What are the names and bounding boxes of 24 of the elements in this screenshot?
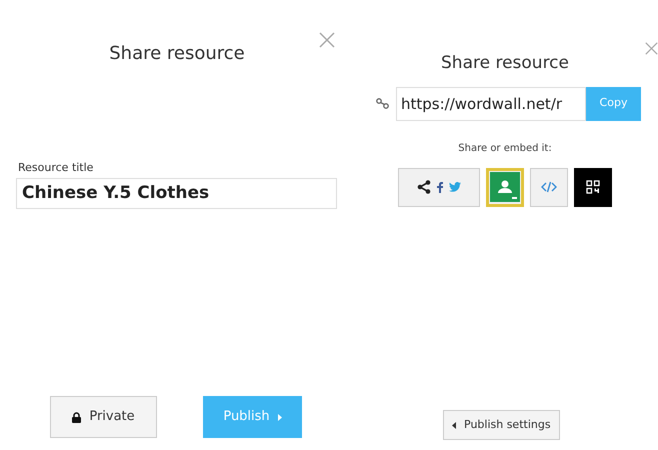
close-icon[interactable] — [319, 32, 335, 48]
qr-code-icon — [586, 180, 600, 194]
qr-code-button[interactable] — [574, 168, 612, 206]
close-icon[interactable] — [645, 42, 658, 55]
lock-icon — [72, 412, 82, 422]
social-share-button[interactable] — [398, 168, 480, 206]
caret-icon — [452, 422, 456, 428]
classroom-icon — [490, 172, 520, 202]
field-label: Resource title — [18, 160, 94, 176]
link-icon — [376, 98, 389, 109]
code-icon — [541, 181, 557, 193]
dialog-title: Share resource — [441, 52, 569, 75]
embed-button[interactable] — [530, 168, 568, 206]
facebook-icon — [437, 182, 443, 192]
twitter-icon — [449, 182, 461, 192]
dialog-title: Share resource — [109, 42, 245, 66]
share-label: Share or embed it: — [457, 142, 553, 156]
link-field[interactable]: https://wordwall.net/r — [396, 86, 586, 120]
publish-settings-button[interactable]: Publish settings — [443, 410, 560, 440]
classroom-share-button[interactable] — [486, 168, 524, 206]
share-icon — [417, 180, 431, 194]
caret-icon — [278, 414, 282, 420]
private-button[interactable]: Private — [50, 396, 157, 438]
resource-title-field[interactable]: Chinese Y.5 Clothes — [16, 178, 337, 209]
